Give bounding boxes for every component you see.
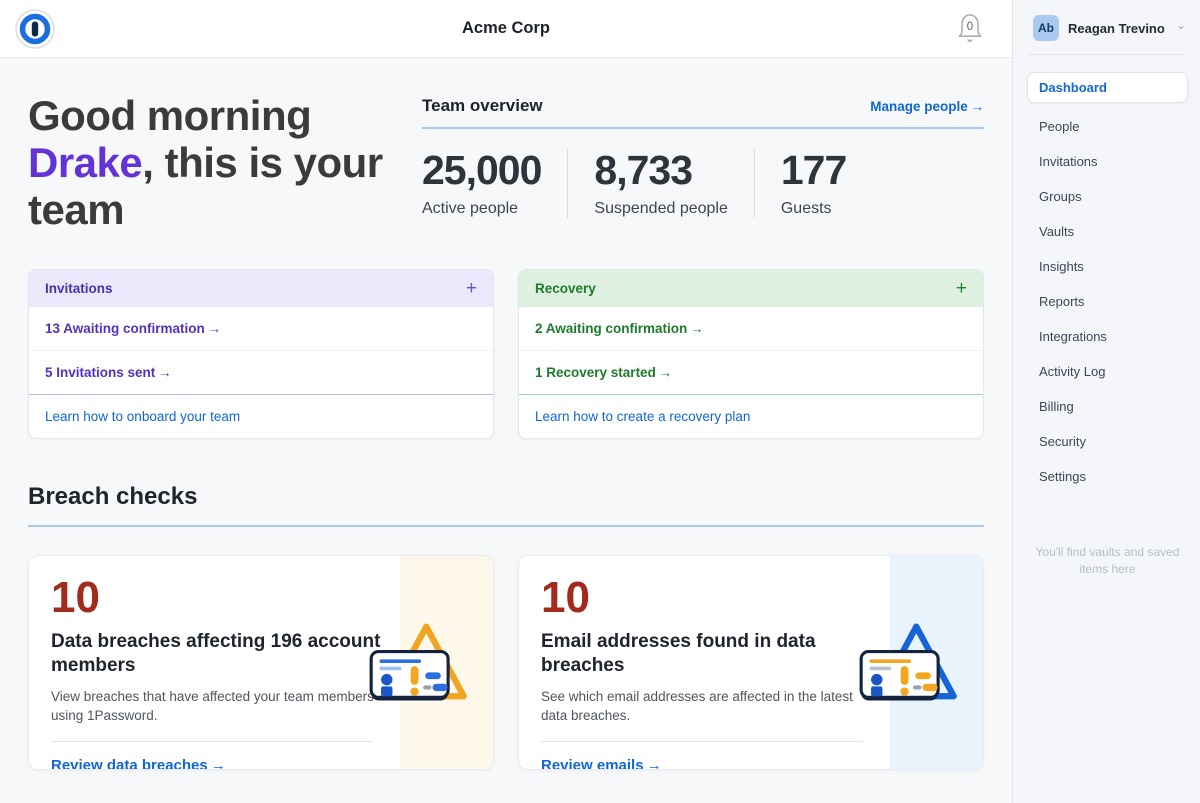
sidebar-footer-note: You'll find vaults and saved items here (1027, 544, 1188, 579)
review-data-breaches-link[interactable]: Review data breaches (51, 757, 226, 770)
recovery-card: Recovery 2 Awaiting confirmation 1 Recov… (518, 269, 984, 439)
breach-warning-icon (367, 619, 471, 707)
divider (1029, 54, 1186, 55)
add-invitation-button[interactable] (466, 279, 477, 298)
notification-bell-button[interactable]: 0 (954, 11, 986, 47)
recovery-started-link[interactable]: 1 Recovery started (519, 351, 983, 395)
team-overview-header: Team overview Manage people (422, 96, 984, 129)
review-emails-link[interactable]: Review emails (541, 757, 662, 770)
right-sidebar: Ab Reagan Trevino Dashboard People Invit… (1012, 0, 1200, 803)
data-breaches-card: 10 Data breaches affecting 196 account m… (28, 555, 494, 770)
sidebar-item-settings[interactable]: Settings (1027, 463, 1188, 490)
stat-label: Suspended people (594, 200, 727, 218)
breach-checks-section: Breach checks 10 Data breaches affecting… (28, 483, 984, 770)
invitations-card-footer: Learn how to onboard your team (29, 395, 493, 438)
invitations-sent-link[interactable]: 5 Invitations sent (29, 351, 493, 395)
invitations-card: Invitations 13 Awaiting confirmation 5 I… (28, 269, 494, 439)
stat-suspended-people: 8,733 Suspended people (594, 149, 754, 218)
sidebar-item-insights[interactable]: Insights (1027, 253, 1188, 280)
status-cards-row: Invitations 13 Awaiting confirmation 5 I… (28, 269, 984, 439)
email-breaches-card: 10 Email addresses found in data breache… (518, 555, 984, 770)
chevron-down-icon (1176, 21, 1186, 35)
sidebar-nav: Dashboard People Invitations Groups Vaul… (1027, 72, 1188, 498)
greeting-prefix: Good morning (28, 92, 311, 139)
user-name: Reagan Trevino (1068, 21, 1165, 36)
breach-checks-title: Breach checks (28, 483, 984, 527)
email-breaches-description: See which email addresses are affected i… (541, 687, 871, 726)
stat-guests: 177 Guests (781, 149, 872, 218)
sidebar-item-integrations[interactable]: Integrations (1027, 323, 1188, 350)
sidebar-item-invitations[interactable]: Invitations (1027, 148, 1188, 175)
sidebar-item-groups[interactable]: Groups (1027, 183, 1188, 210)
breach-warning-icon (857, 619, 961, 707)
add-recovery-button[interactable] (956, 279, 967, 298)
sidebar-item-people[interactable]: People (1027, 113, 1188, 140)
stat-value: 177 (781, 149, 846, 192)
main-column: Acme Corp 0 Good morning Drake, this is … (0, 0, 1012, 803)
email-breaches-body: 10 Email addresses found in data breache… (519, 556, 879, 770)
stat-active-people: 25,000 Active people (422, 149, 568, 218)
notification-count: 0 (967, 21, 973, 33)
team-stats: 25,000 Active people 8,733 Suspended peo… (422, 149, 984, 218)
avatar: Ab (1033, 15, 1059, 41)
recovery-card-title: Recovery (535, 281, 596, 296)
sidebar-item-reports[interactable]: Reports (1027, 288, 1188, 315)
recovery-awaiting-confirmation-link[interactable]: 2 Awaiting confirmation (519, 307, 983, 351)
onboard-team-link[interactable]: Learn how to onboard your team (45, 409, 240, 424)
company-title: Acme Corp (0, 19, 1012, 38)
sidebar-item-billing[interactable]: Billing (1027, 393, 1188, 420)
sidebar-item-vaults[interactable]: Vaults (1027, 218, 1188, 245)
team-overview-section: Team overview Manage people 25,000 Activ… (422, 96, 984, 233)
invitations-card-header: Invitations (29, 270, 493, 307)
sidebar-item-dashboard[interactable]: Dashboard (1027, 72, 1188, 103)
breach-cards-row: 10 Data breaches affecting 196 account m… (28, 555, 984, 770)
divider (541, 741, 863, 742)
app-window: Acme Corp 0 Good morning Drake, this is … (0, 0, 1200, 803)
email-breaches-title: Email addresses found in data breaches (541, 630, 871, 678)
recovery-card-footer: Learn how to create a recovery plan (519, 395, 983, 438)
sidebar-item-security[interactable]: Security (1027, 428, 1188, 455)
manage-people-link[interactable]: Manage people (870, 99, 984, 114)
greeting-heading: Good morning Drake, this is your team (28, 92, 386, 233)
top-header: Acme Corp 0 (0, 0, 1012, 58)
recovery-plan-link[interactable]: Learn how to create a recovery plan (535, 409, 750, 424)
data-breaches-description: View breaches that have affected your te… (51, 687, 381, 726)
notification-bell-icon: 0 (954, 11, 986, 47)
data-breaches-title: Data breaches affecting 196 account memb… (51, 630, 381, 678)
top-row: Good morning Drake, this is your team Te… (28, 84, 984, 233)
stat-label: Active people (422, 200, 541, 218)
recovery-card-header: Recovery (519, 270, 983, 307)
onepassword-logo-icon (15, 9, 55, 49)
sidebar-item-activity-log[interactable]: Activity Log (1027, 358, 1188, 385)
divider (51, 741, 373, 742)
stat-value: 8,733 (594, 149, 727, 192)
data-breaches-count: 10 (51, 576, 389, 620)
stat-label: Guests (781, 200, 846, 218)
greeting-username: Drake (28, 139, 142, 186)
greeting-block: Good morning Drake, this is your team (28, 92, 386, 233)
dashboard-main: Good morning Drake, this is your team Te… (0, 58, 1012, 803)
team-overview-title: Team overview (422, 96, 543, 116)
awaiting-confirmation-link[interactable]: 13 Awaiting confirmation (29, 307, 493, 351)
stat-value: 25,000 (422, 149, 541, 192)
data-breaches-body: 10 Data breaches affecting 196 account m… (29, 556, 389, 770)
email-breaches-count: 10 (541, 576, 879, 620)
invitations-card-title: Invitations (45, 281, 113, 296)
user-menu[interactable]: Ab Reagan Trevino (1027, 15, 1188, 41)
onepassword-logo[interactable] (14, 8, 56, 50)
